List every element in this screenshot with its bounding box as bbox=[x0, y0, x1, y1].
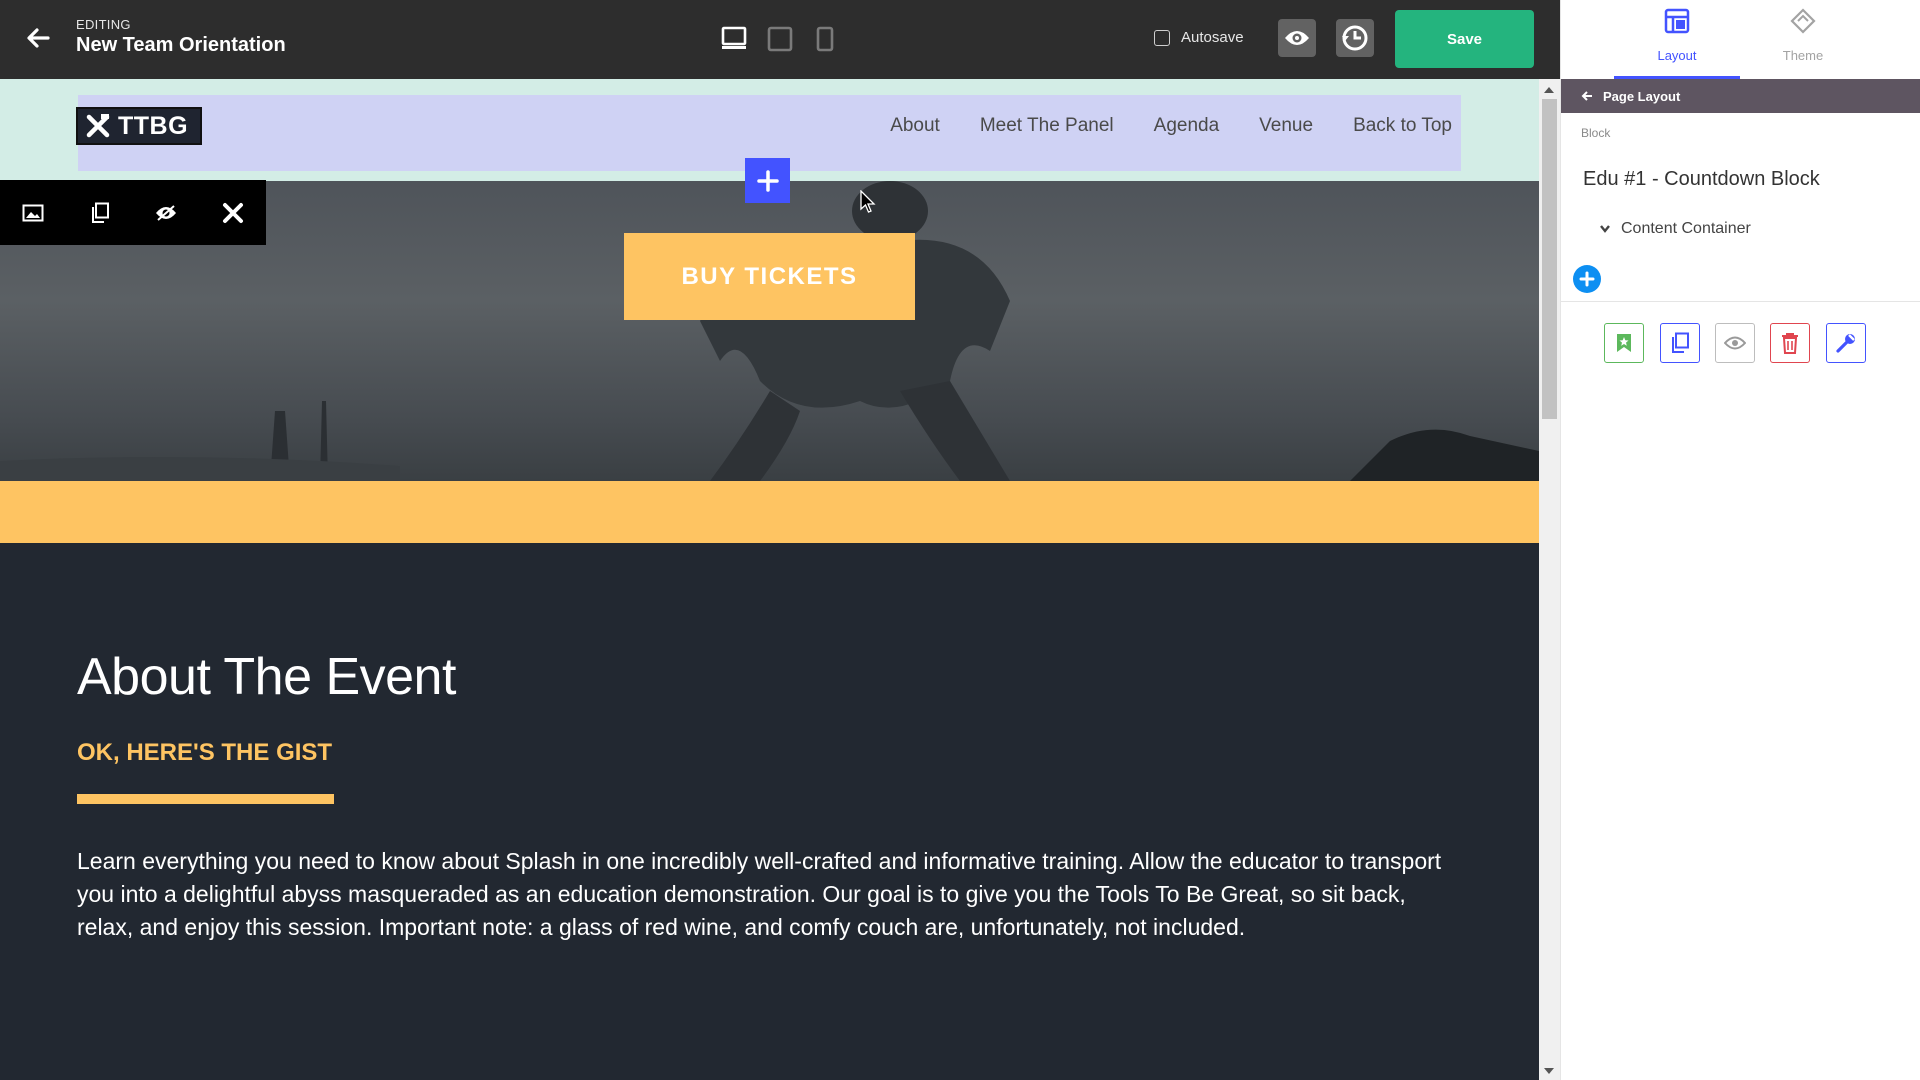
logo-text: TTBG bbox=[118, 111, 189, 140]
nav-link-back-to-top[interactable]: Back to Top bbox=[1353, 115, 1452, 137]
settings-panel: Layout Theme Page Layout Block Edu #1 - … bbox=[1560, 0, 1920, 1080]
countdown-band[interactable] bbox=[0, 481, 1539, 543]
theme-icon bbox=[1790, 8, 1816, 34]
about-title: About The Event bbox=[77, 648, 456, 706]
duplicate-icon bbox=[1672, 332, 1689, 353]
nav-link-agenda[interactable]: Agenda bbox=[1154, 115, 1220, 137]
tablet-view-icon[interactable] bbox=[767, 26, 793, 57]
block-label: Block bbox=[1581, 126, 1611, 140]
nav-link-venue[interactable]: Venue bbox=[1259, 115, 1313, 137]
add-element-button[interactable] bbox=[1573, 265, 1601, 293]
hide-eye-icon[interactable] bbox=[133, 180, 200, 245]
eye-icon bbox=[1724, 336, 1746, 350]
site-logo[interactable]: TTBG bbox=[76, 107, 202, 145]
tab-layout-label: Layout bbox=[1657, 48, 1697, 63]
back-arrow-icon[interactable] bbox=[22, 22, 54, 54]
plus-icon bbox=[756, 169, 779, 192]
about-divider bbox=[77, 794, 334, 804]
block-settings-button[interactable] bbox=[1826, 323, 1866, 363]
tools-icon bbox=[86, 114, 110, 138]
editor-topbar: EDITING New Team Orientation Autosave Sa… bbox=[0, 0, 1560, 79]
preview-button[interactable] bbox=[1278, 19, 1316, 57]
panel-divider bbox=[1561, 301, 1920, 302]
trash-icon bbox=[1782, 333, 1798, 354]
canvas-scrollbar[interactable] bbox=[1539, 79, 1560, 1080]
wrench-icon bbox=[1836, 334, 1855, 353]
nav-link-meet-the-panel[interactable]: Meet The Panel bbox=[980, 115, 1114, 137]
desktop-view-icon[interactable] bbox=[721, 26, 747, 57]
image-icon[interactable] bbox=[0, 180, 67, 245]
save-button[interactable]: Save bbox=[1395, 10, 1534, 68]
editing-label: EDITING bbox=[76, 17, 131, 32]
history-icon bbox=[1342, 25, 1368, 51]
block-toolbar bbox=[0, 180, 266, 245]
save-block-button[interactable] bbox=[1604, 323, 1644, 363]
tab-theme-label: Theme bbox=[1782, 48, 1824, 63]
history-button[interactable] bbox=[1336, 19, 1374, 57]
autosave-label: Autosave bbox=[1181, 29, 1244, 46]
duplicate-block-button[interactable] bbox=[1660, 323, 1700, 363]
site-nav: About Meet The Panel Agenda Venue Back t… bbox=[890, 115, 1452, 137]
delete-block-button[interactable] bbox=[1770, 323, 1810, 363]
nav-link-about[interactable]: About bbox=[890, 115, 940, 137]
add-block-button[interactable] bbox=[745, 158, 790, 203]
content-container-item[interactable]: Content Container bbox=[1599, 220, 1751, 238]
mouse-cursor-icon bbox=[860, 190, 876, 213]
content-container-label: Content Container bbox=[1621, 220, 1751, 237]
breadcrumb[interactable]: Page Layout bbox=[1561, 79, 1920, 113]
mobile-view-icon[interactable] bbox=[815, 26, 835, 57]
about-body-text: Learn everything you need to know about … bbox=[77, 848, 1442, 940]
scroll-up-arrow-icon[interactable] bbox=[1544, 87, 1554, 93]
bookmark-icon bbox=[1617, 334, 1631, 352]
breadcrumb-label: Page Layout bbox=[1603, 88, 1681, 104]
scroll-thumb[interactable] bbox=[1542, 99, 1557, 419]
tab-theme[interactable]: Theme bbox=[1740, 0, 1866, 79]
buy-tickets-button[interactable]: BUY TICKETS bbox=[624, 233, 915, 320]
document-title: New Team Orientation bbox=[76, 34, 286, 56]
duplicate-icon[interactable] bbox=[67, 180, 134, 245]
tab-layout[interactable]: Layout bbox=[1614, 0, 1740, 79]
autosave-checkbox[interactable]: Autosave bbox=[1154, 29, 1244, 46]
eye-icon bbox=[1285, 31, 1309, 45]
page-canvas: TTBG About Meet The Panel Agenda Venue B… bbox=[0, 79, 1539, 1080]
layout-icon bbox=[1664, 8, 1690, 34]
plus-icon bbox=[1579, 271, 1595, 287]
scroll-down-arrow-icon[interactable] bbox=[1544, 1068, 1554, 1074]
back-arrow-icon bbox=[1581, 91, 1592, 101]
checkbox-box[interactable] bbox=[1154, 29, 1170, 46]
chevron-down-icon bbox=[1600, 225, 1610, 233]
block-title: Edu #1 - Countdown Block bbox=[1583, 168, 1820, 190]
close-icon[interactable] bbox=[200, 180, 267, 245]
toggle-visibility-button[interactable] bbox=[1715, 323, 1755, 363]
about-subtitle: OK, HERE'S THE GIST bbox=[77, 739, 333, 766]
